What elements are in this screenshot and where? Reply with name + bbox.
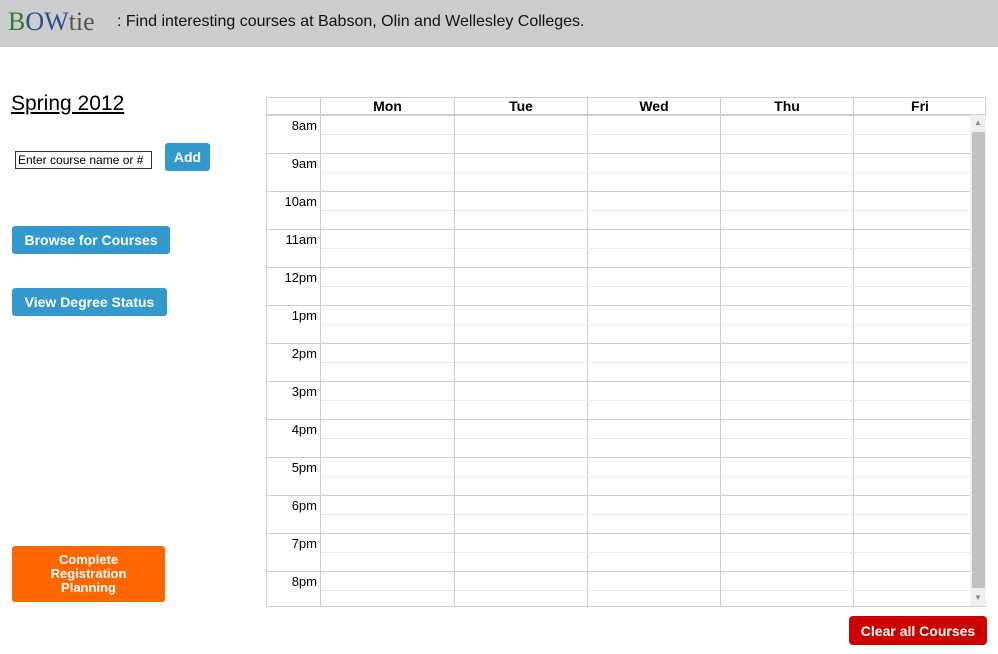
half-hour-line — [320, 134, 970, 135]
calendar-corner — [267, 98, 320, 115]
column-divider — [587, 115, 588, 606]
half-hour-line — [320, 248, 970, 249]
arrow-down-icon[interactable]: ▼ — [970, 590, 986, 606]
time-label: 8am — [291, 118, 317, 133]
hour-row: 12pm — [267, 267, 970, 305]
hour-row: 9am — [267, 153, 970, 191]
half-hour-line — [320, 552, 970, 553]
hour-row: 8am — [267, 115, 970, 153]
day-header: Mon — [320, 98, 454, 115]
calendar-scrollbar[interactable]: ▲ ▼ — [970, 115, 986, 606]
half-hour-line — [320, 324, 970, 325]
day-header: Tue — [454, 98, 587, 115]
time-label: 8pm — [291, 574, 317, 589]
calendar-grid[interactable]: 8am 9am 10am 11am 12pm 1pm 2pm 3pm 4pm 5pm 6pm 7pm 8… — [267, 115, 970, 606]
bowtie-logo[interactable]: BOWtie — [8, 7, 95, 37]
half-hour-line — [320, 362, 970, 363]
time-label: 3pm — [291, 384, 317, 399]
time-label: 9am — [291, 156, 317, 171]
half-hour-line — [320, 210, 970, 211]
time-label: 11am — [285, 232, 317, 247]
hour-row: 3pm — [267, 381, 970, 419]
half-hour-line — [320, 590, 970, 591]
half-hour-line — [320, 172, 970, 173]
half-hour-line — [320, 286, 970, 287]
day-header: Fri — [853, 98, 986, 115]
hour-row: 2pm — [267, 343, 970, 381]
time-label: 2pm — [291, 346, 317, 361]
half-hour-line — [320, 400, 970, 401]
half-hour-line — [320, 476, 970, 477]
view-degree-status-button[interactable]: View Degree Status — [12, 288, 167, 316]
header-tagline: : Find interesting courses at Babson, Ol… — [117, 13, 585, 30]
time-label: 5pm — [291, 460, 317, 475]
term-link[interactable]: Spring 2012 — [11, 92, 124, 116]
time-label: 10am — [284, 194, 317, 209]
scrollbar-thumb[interactable] — [972, 132, 985, 588]
top-header: BOWtie : Find interesting courses at Bab… — [0, 0, 998, 47]
column-divider — [454, 115, 455, 606]
course-search-input[interactable] — [15, 151, 152, 169]
hour-row: 7pm — [267, 533, 970, 571]
time-label: 7pm — [291, 536, 317, 551]
add-course-button[interactable]: Add — [165, 143, 210, 171]
arrow-up-icon[interactable]: ▲ — [970, 115, 986, 131]
clear-all-courses-button[interactable]: Clear all Courses — [849, 616, 987, 645]
half-hour-line — [320, 438, 970, 439]
hour-row: 4pm — [267, 419, 970, 457]
hour-row: 8pm — [267, 571, 970, 606]
hour-row: 10am — [267, 191, 970, 229]
column-divider — [853, 115, 854, 606]
complete-registration-button[interactable]: Complete Registration Planning — [12, 546, 165, 602]
hour-row: 5pm — [267, 457, 970, 495]
day-header: Thu — [720, 98, 853, 115]
hour-row: 11am — [267, 229, 970, 267]
hour-row: 1pm — [267, 305, 970, 343]
time-label: 4pm — [291, 422, 317, 437]
half-hour-line — [320, 514, 970, 515]
browse-courses-button[interactable]: Browse for Courses — [12, 226, 170, 254]
hour-row: 6pm — [267, 495, 970, 533]
column-divider — [320, 115, 321, 606]
time-label: 1pm — [291, 308, 317, 323]
time-label: 12pm — [284, 270, 317, 285]
day-header: Wed — [587, 98, 720, 115]
column-divider — [720, 115, 721, 606]
time-label: 6pm — [291, 498, 317, 513]
weekly-calendar: Mon Tue Wed Thu Fri 8am 9am 10am 11am 12pm 1pm 2pm… — [266, 97, 986, 607]
